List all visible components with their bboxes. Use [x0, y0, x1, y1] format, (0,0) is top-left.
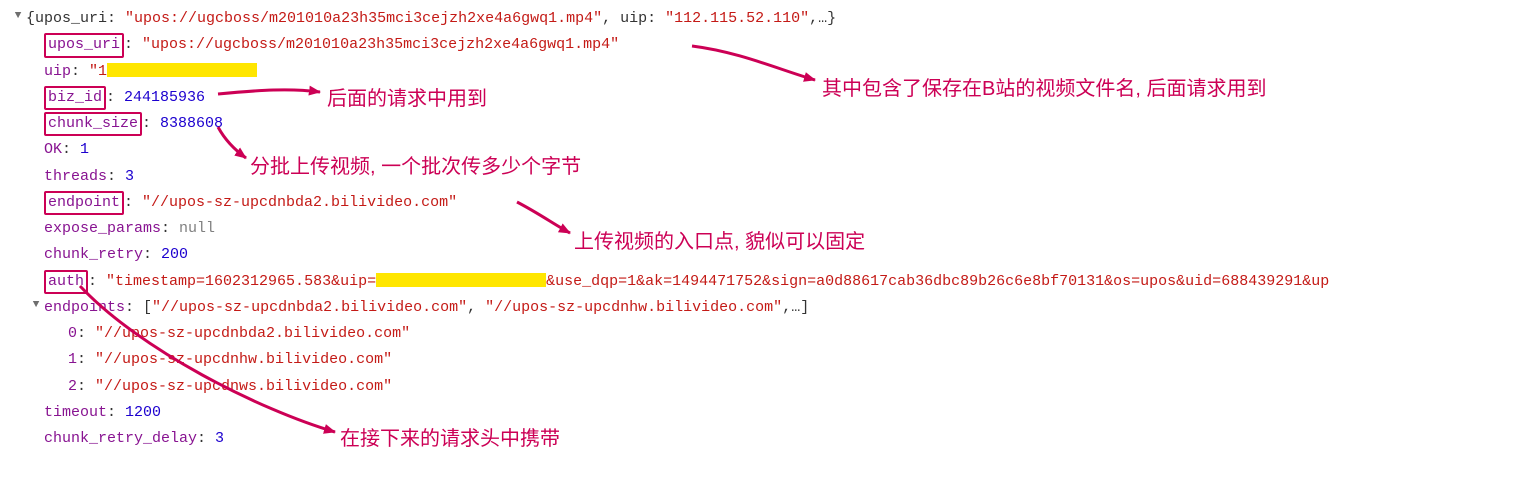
highlight-box-endpoint: endpoint: [44, 191, 124, 215]
collapse-icon[interactable]: ▼: [12, 7, 24, 26]
redaction-auth: [376, 273, 546, 287]
highlight-box-auth: auth: [44, 270, 88, 294]
summary-mid: , uip:: [602, 10, 665, 27]
row-endpoints-2[interactable]: 2: "//upos-sz-upcdnws.bilivideo.com": [8, 374, 1505, 400]
key-biz-id: biz_id: [48, 89, 102, 106]
endpoints-bracket-open: [: [143, 299, 152, 316]
row-upos-uri[interactable]: upos_uri: "upos://ugcboss/m201010a23h35m…: [8, 32, 1505, 58]
summary-uposuri: "upos://ugcboss/m201010a23h35mci3cejzh2x…: [125, 10, 602, 27]
value-biz-id: 244185936: [124, 89, 205, 106]
key-auth: auth: [48, 273, 84, 290]
row-biz-id[interactable]: biz_id: 244185936: [8, 85, 1505, 111]
summary-uip: "112.115.52.110": [665, 10, 809, 27]
value-auth-pre: "timestamp=1602312965.583&uip=: [106, 273, 376, 290]
annotation-auth: 在接下来的请求头中携带: [340, 422, 560, 457]
endpoints-summary-1: "//upos-sz-upcdnhw.bilivideo.com": [485, 299, 782, 316]
endpoints-val-1: "//upos-sz-upcdnhw.bilivideo.com": [95, 351, 392, 368]
row-uip[interactable]: uip: "1: [8, 59, 1505, 85]
key-uip: uip: [44, 63, 71, 80]
endpoints-val-0: "//upos-sz-upcdnbda2.bilivideo.com": [95, 325, 410, 342]
redaction-uip: [107, 63, 257, 77]
value-timeout: 1200: [125, 404, 161, 421]
row-ok[interactable]: OK: 1: [8, 137, 1505, 163]
key-endpoint: endpoint: [48, 194, 120, 211]
endpoints-idx-0: 0: [68, 325, 77, 342]
row-endpoint[interactable]: endpoint: "//upos-sz-upcdnbda2.bilivideo…: [8, 190, 1505, 216]
endpoints-idx-1: 1: [68, 351, 77, 368]
highlight-box-biz-id: biz_id: [44, 86, 106, 110]
value-auth-post: &use_dqp=1&ak=1494471752&sign=a0d88617ca…: [546, 273, 1329, 290]
annotation-endpoint: 上传视频的入口点, 貌似可以固定: [574, 225, 865, 260]
row-endpoints-0[interactable]: 0: "//upos-sz-upcdnbda2.bilivideo.com": [8, 321, 1505, 347]
key-endpoints: endpoints: [44, 299, 125, 316]
collapse-icon[interactable]: ▼: [30, 296, 42, 315]
row-threads[interactable]: threads: 3: [8, 164, 1505, 190]
key-threads: threads: [44, 168, 107, 185]
endpoints-summary-0: "//upos-sz-upcdnbda2.bilivideo.com": [152, 299, 467, 316]
value-upos-uri: "upos://ugcboss/m201010a23h35mci3cejzh2x…: [142, 36, 619, 53]
key-chunk-retry: chunk_retry: [44, 246, 143, 263]
annotation-chunk-size: 分批上传视频, 一个批次传多少个字节: [250, 150, 581, 185]
row-chunk-retry-delay[interactable]: chunk_retry_delay: 3: [8, 426, 1505, 452]
row-timeout[interactable]: timeout: 1200: [8, 400, 1505, 426]
key-chunk-retry-delay: chunk_retry_delay: [44, 430, 197, 447]
key-upos-uri: upos_uri: [48, 36, 120, 53]
value-uip-prefix: "1: [89, 63, 107, 80]
key-expose-params: expose_params: [44, 220, 161, 237]
endpoints-val-2: "//upos-sz-upcdnws.bilivideo.com": [95, 378, 392, 395]
row-endpoints[interactable]: ▼endpoints: ["//upos-sz-upcdnbda2.bilivi…: [8, 295, 1505, 321]
value-expose-params: null: [179, 220, 215, 237]
summary-suffix: ,…}: [809, 10, 836, 27]
json-root-summary[interactable]: ▼{upos_uri: "upos://ugcboss/m201010a23h3…: [8, 6, 1505, 32]
annotation-biz-id: 后面的请求中用到: [327, 82, 487, 117]
row-chunk-size[interactable]: chunk_size: 8388608: [8, 111, 1505, 137]
colon: :: [124, 36, 142, 53]
value-chunk-retry-delay: 3: [215, 430, 224, 447]
value-chunk-size: 8388608: [160, 115, 223, 132]
key-ok: OK: [44, 141, 62, 158]
row-auth[interactable]: auth: "timestamp=1602312965.583&uip=&use…: [8, 269, 1505, 295]
row-endpoints-1[interactable]: 1: "//upos-sz-upcdnhw.bilivideo.com": [8, 347, 1505, 373]
value-threads: 3: [125, 168, 134, 185]
key-chunk-size: chunk_size: [48, 115, 138, 132]
value-endpoint: "//upos-sz-upcdnbda2.bilivideo.com": [142, 194, 457, 211]
highlight-box-upos-uri: upos_uri: [44, 33, 124, 57]
highlight-box-chunk-size: chunk_size: [44, 112, 142, 136]
endpoints-idx-2: 2: [68, 378, 77, 395]
endpoints-suffix: ,…]: [782, 299, 809, 316]
value-ok: 1: [80, 141, 89, 158]
summary-prefix: {upos_uri:: [26, 10, 125, 27]
key-timeout: timeout: [44, 404, 107, 421]
value-chunk-retry: 200: [161, 246, 188, 263]
annotation-upos-uri: 其中包含了保存在B站的视频文件名, 后面请求用到: [822, 72, 1266, 107]
